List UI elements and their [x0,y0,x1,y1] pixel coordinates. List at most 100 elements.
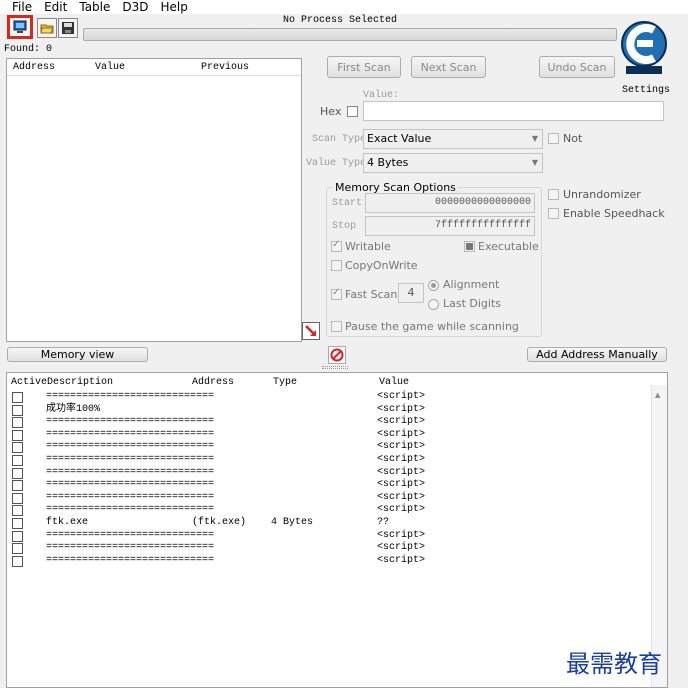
stop-button[interactable] [328,346,346,364]
column-value[interactable]: Value [95,62,125,73]
copy-on-write-label: CopyOnWrite [345,259,418,272]
executable-label: Executable [478,240,539,253]
table-row[interactable]: ftk.exe (ftk.exe) 4 Bytes?? [7,517,647,530]
row-active-checkbox[interactable] [12,392,23,403]
scan-type-select[interactable]: Exact Value ▼ [363,129,543,149]
row-value: <script> [377,454,426,465]
row-active-checkbox[interactable] [12,480,23,492]
menu-edit[interactable]: Edit [44,0,67,14]
undo-scan-button[interactable]: Undo Scan [539,56,615,78]
row-active-checkbox[interactable] [12,543,23,555]
column-address[interactable]: Address [192,377,234,388]
pause-game-checkbox[interactable] [331,321,342,332]
row-active-checkbox[interactable] [12,492,23,504]
start-address-input[interactable]: 0000000000000000 [365,193,535,213]
add-to-list-button[interactable] [302,322,320,340]
settings-link[interactable]: Settings [622,85,670,96]
unrandomizer-checkbox[interactable] [548,189,559,200]
table-row[interactable]: ============================ <script> [7,467,647,480]
hex-label: Hex [320,105,342,118]
writable-label: Writable [345,240,391,253]
menu-d3d[interactable]: D3D [122,0,148,14]
menu-help[interactable]: Help [161,0,188,14]
menu-table[interactable]: Table [79,0,110,14]
add-address-manually-button[interactable]: Add Address Manually [527,347,667,362]
row-value: ?? [377,517,390,528]
row-description: ============================ [46,479,215,491]
column-type[interactable]: Type [273,377,297,388]
column-active[interactable]: Active [11,377,47,388]
pause-game-label: Pause the game while scanning [345,320,519,333]
row-active-checkbox[interactable] [12,429,23,441]
row-value: <script> [377,554,426,566]
alignment-radio[interactable] [428,280,439,291]
menu-file[interactable]: File [12,0,32,14]
hex-checkbox[interactable] [347,106,358,117]
not-checkbox[interactable] [548,133,559,144]
value-input[interactable] [363,101,664,121]
row-active-checkbox[interactable] [12,442,23,454]
row-value: <script> [377,542,426,554]
arrow-down-right-icon [305,325,316,336]
speedhack-checkbox[interactable] [548,208,559,219]
table-row[interactable]: ============================ <script> [7,542,647,555]
table-row[interactable]: ============================ <script> [7,441,647,454]
table-row[interactable]: ============================ <script> [7,429,647,442]
table-row[interactable]: ============================ <script> [7,530,647,543]
memory-view-button[interactable]: Memory view [7,347,148,362]
alignment-label: Alignment [443,278,500,291]
table-row[interactable]: ============================ <script> [7,504,647,517]
panel-splitter[interactable] [322,366,348,369]
copy-on-write-checkbox[interactable] [331,260,342,271]
found-results-list[interactable]: Address Value Previous [6,58,302,342]
table-row[interactable]: ============================ <script> [7,416,647,429]
last-digits-radio[interactable] [428,299,439,310]
row-active-checkbox[interactable] [12,404,23,416]
folder-open-icon [40,24,54,34]
row-active-checkbox[interactable] [12,530,23,542]
executable-checkbox[interactable] [464,241,475,252]
open-process-button[interactable] [7,15,33,39]
column-value[interactable]: Value [379,377,409,388]
next-scan-button[interactable]: Next Scan [411,56,486,78]
row-active-checkbox[interactable] [12,505,23,517]
save-button[interactable] [58,18,78,38]
value-type-label: Value Type [306,158,367,169]
row-active-checkbox[interactable] [12,518,23,529]
table-row[interactable]: ============================ <script> [7,391,647,404]
table-row[interactable]: ============================ <script> [7,479,647,492]
writable-checkbox[interactable] [331,239,342,252]
menu-bar: File Edit Table D3D Help [0,0,688,14]
row-address: (ftk.exe) [192,517,247,528]
row-active-checkbox[interactable] [12,555,23,567]
vertical-scrollbar[interactable]: ▲ [651,385,667,687]
table-row[interactable]: ============================ <script> [7,492,647,505]
row-active-checkbox[interactable] [12,455,23,466]
fast-scan-alignment-input[interactable]: 4 [398,283,424,303]
row-description: ============================ [46,391,215,402]
fast-scan-checkbox[interactable] [331,287,342,300]
row-active-checkbox[interactable] [12,467,23,479]
address-list[interactable]: Active Description Address Type Value ==… [6,372,668,688]
row-description: 成功率100% [46,403,101,415]
stop-address-input[interactable]: 7fffffffffffffff [365,216,535,236]
scroll-up-icon[interactable]: ▲ [655,391,660,399]
column-description[interactable]: Description [47,377,113,388]
value-type-select[interactable]: 4 Bytes ▼ [363,153,543,173]
found-count: Found: 0 [4,44,53,55]
row-active-checkbox[interactable] [12,417,23,429]
table-row[interactable]: 成功率100% <script> [7,404,647,417]
column-previous[interactable]: Previous [201,62,249,73]
unrandomizer-label: Unrandomizer [563,188,641,201]
start-label: Start [332,198,363,209]
save-disk-icon [62,22,74,34]
row-value: <script> [377,479,426,491]
column-address[interactable]: Address [13,62,55,73]
cheat-engine-logo[interactable] [620,16,668,76]
row-description: ============================ [46,504,215,516]
table-row[interactable]: ============================ <script> [7,555,647,568]
row-description: ============================ [46,466,215,478]
open-file-button[interactable] [37,18,57,38]
table-row[interactable]: ============================ <script> [7,454,647,467]
first-scan-button[interactable]: First Scan [327,56,401,78]
